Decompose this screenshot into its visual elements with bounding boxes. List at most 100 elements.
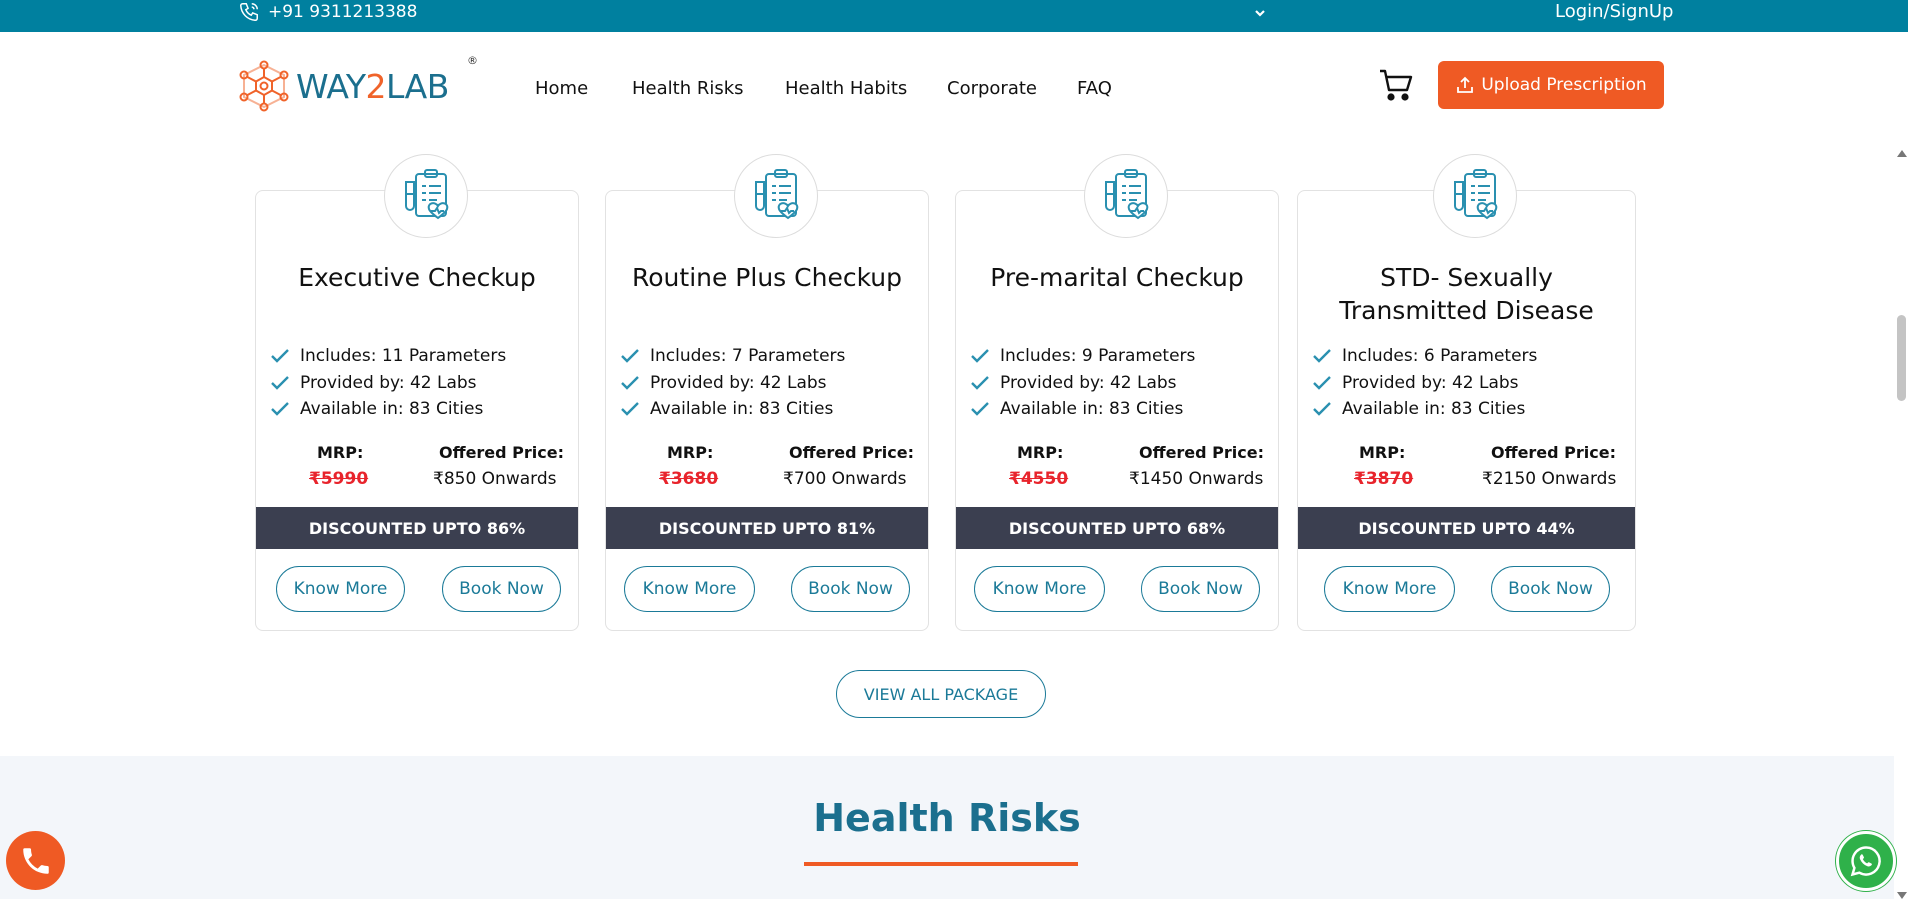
- clipboard-heart-icon: [755, 169, 799, 220]
- nav-home[interactable]: Home: [535, 78, 588, 99]
- mrp-value: ₹3680: [659, 469, 719, 489]
- site-header: WAY2LAB ® Home Health Risks Health Habit…: [0, 32, 1908, 144]
- book-now-button[interactable]: Book Now: [1491, 566, 1610, 612]
- scroll-up-arrow[interactable]: [1897, 150, 1907, 157]
- package-features: Includes: 6 Parameters Provided by: 42 L…: [1312, 343, 1537, 423]
- package-card-std: STD- Sexually Transmitted Disease Includ…: [1297, 154, 1636, 631]
- feature-item: Provided by: 42 Labs: [620, 370, 845, 397]
- mrp-value: ₹4550: [1009, 469, 1069, 489]
- package-icon-wrap: [734, 154, 818, 238]
- feature-item: Includes: 7 Parameters: [620, 343, 845, 370]
- package-features: Includes: 7 Parameters Provided by: 42 L…: [620, 343, 845, 423]
- mrp-value: ₹5990: [309, 469, 369, 489]
- mrp-label: MRP:: [667, 443, 714, 462]
- package-card-pre-marital: Pre-marital Checkup Includes: 9 Paramete…: [955, 154, 1279, 631]
- book-now-button[interactable]: Book Now: [1141, 566, 1260, 612]
- know-more-button[interactable]: Know More: [1324, 566, 1455, 612]
- feature-item: Provided by: 42 Labs: [270, 370, 506, 397]
- offer-value: ₹2150 Onwards: [1482, 469, 1617, 489]
- feature-text: Includes: 7 Parameters: [650, 346, 846, 367]
- upload-icon: [1457, 76, 1474, 93]
- discount-bar: DISCOUNTED UPTO 81%: [606, 507, 928, 549]
- feature-item: Provided by: 42 Labs: [1312, 370, 1537, 397]
- section-heading: Health Risks: [813, 796, 1081, 840]
- health-risks-section: Health Risks: [0, 756, 1894, 899]
- package-title: Routine Plus Checkup: [632, 263, 902, 292]
- check-icon: [621, 375, 639, 390]
- login-signup-link[interactable]: Login/SignUp: [1555, 1, 1674, 22]
- top-bar: +91 9311213388 Login/SignUp: [0, 0, 1908, 32]
- feature-item: Available in: 83 Cities: [270, 396, 506, 423]
- package-card-executive: Executive Checkup Includes: 11 Parameter…: [255, 154, 579, 631]
- feature-text: Available in: 83 Cities: [1000, 399, 1184, 420]
- scrollbar-thumb[interactable]: [1897, 315, 1906, 401]
- whatsapp-icon: [1850, 846, 1881, 877]
- offer-label: Offered Price:: [1139, 443, 1265, 462]
- upload-label: Upload Prescription: [1481, 75, 1647, 95]
- discount-bar: DISCOUNTED UPTO 86%: [256, 507, 578, 549]
- feature-item: Available in: 83 Cities: [620, 396, 845, 423]
- check-icon: [1313, 375, 1331, 390]
- feature-text: Available in: 83 Cities: [1342, 399, 1526, 420]
- package-title-line2: Transmitted Disease: [1339, 296, 1594, 325]
- mrp-label: MRP:: [317, 443, 364, 462]
- feature-text: Available in: 83 Cities: [300, 399, 484, 420]
- molecule-logo-icon: [239, 60, 289, 112]
- logo-registered-mark: ®: [467, 54, 478, 67]
- phone-icon: [240, 3, 258, 21]
- call-fab-button[interactable]: [6, 831, 65, 890]
- mrp-value: ₹3870: [1354, 469, 1414, 489]
- discount-bar: DISCOUNTED UPTO 44%: [1298, 507, 1635, 549]
- feature-item: Includes: 9 Parameters: [970, 343, 1195, 370]
- view-all-package-button[interactable]: VIEW ALL PACKAGE: [836, 670, 1046, 718]
- check-icon: [621, 402, 639, 416]
- package-icon-wrap: [384, 154, 468, 238]
- check-icon: [621, 349, 639, 363]
- check-icon: [971, 349, 989, 363]
- offer-label: Offered Price:: [789, 443, 915, 462]
- know-more-button[interactable]: Know More: [276, 566, 405, 612]
- offer-value: ₹700 Onwards: [783, 469, 907, 489]
- logo-wordmark: WAY2LAB: [296, 70, 449, 103]
- nav-health-risks[interactable]: Health Risks: [632, 78, 744, 99]
- book-now-button[interactable]: Book Now: [442, 566, 561, 612]
- package-icon-wrap: [1084, 154, 1168, 238]
- phone-icon: [22, 847, 49, 874]
- feature-item: Includes: 6 Parameters: [1312, 343, 1537, 370]
- package-title: Executive Checkup: [298, 263, 536, 292]
- check-icon: [1313, 349, 1331, 363]
- know-more-button[interactable]: Know More: [974, 566, 1105, 612]
- feature-text: Includes: 6 Parameters: [1342, 346, 1538, 367]
- clipboard-heart-icon: [405, 169, 449, 220]
- nav-health-habits[interactable]: Health Habits: [785, 78, 907, 99]
- package-features: Includes: 9 Parameters Provided by: 42 L…: [970, 343, 1195, 423]
- top-phone-number: +91 9311213388: [268, 2, 418, 22]
- discount-bar: DISCOUNTED UPTO 68%: [956, 507, 1278, 549]
- upload-prescription-button[interactable]: Upload Prescription: [1438, 61, 1664, 109]
- feature-item: Provided by: 42 Labs: [970, 370, 1195, 397]
- package-icon-wrap: [1433, 154, 1517, 238]
- feature-item: Available in: 83 Cities: [970, 396, 1195, 423]
- feature-text: Provided by: 42 Labs: [300, 372, 477, 393]
- feature-text: Provided by: 42 Labs: [1342, 372, 1519, 393]
- nav-corporate[interactable]: Corporate: [947, 78, 1037, 99]
- offer-value: ₹850 Onwards: [433, 469, 557, 489]
- way2lab-logo[interactable]: WAY2LAB ®: [238, 54, 478, 112]
- whatsapp-fab-button[interactable]: [1836, 831, 1896, 891]
- nav-faq[interactable]: FAQ: [1077, 78, 1112, 99]
- page-scrollbar[interactable]: [1894, 150, 1908, 899]
- know-more-button[interactable]: Know More: [624, 566, 755, 612]
- package-title-line1: STD- Sexually: [1380, 263, 1553, 292]
- check-icon: [271, 375, 289, 390]
- chevron-down-icon[interactable]: [1252, 5, 1268, 21]
- feature-text: Provided by: 42 Labs: [650, 372, 827, 393]
- feature-text: Provided by: 42 Labs: [1000, 372, 1177, 393]
- check-icon: [971, 402, 989, 416]
- feature-item: Available in: 83 Cities: [1312, 396, 1537, 423]
- top-phone[interactable]: +91 9311213388: [238, 1, 417, 23]
- cart-icon[interactable]: [1378, 68, 1414, 102]
- clipboard-heart-icon: [1105, 169, 1149, 220]
- logo-two: 2: [365, 66, 387, 106]
- scroll-down-arrow[interactable]: [1897, 892, 1907, 899]
- book-now-button[interactable]: Book Now: [791, 566, 910, 612]
